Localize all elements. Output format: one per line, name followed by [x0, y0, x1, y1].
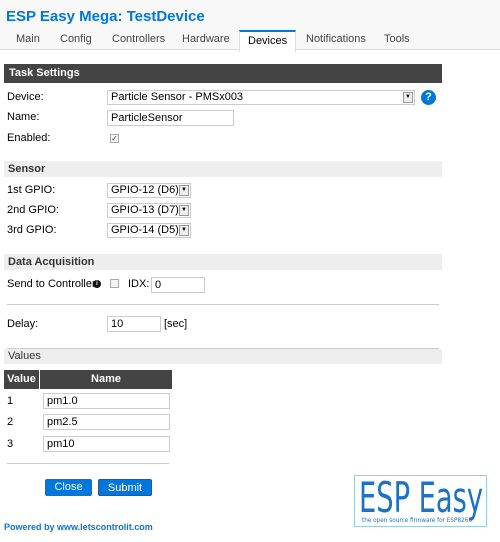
delay-input[interactable]: 10 [107, 316, 161, 332]
value-name-input[interactable]: pm2.5 [43, 414, 170, 430]
value-number: 1 [7, 395, 14, 407]
send-to-controller-checkbox[interactable] [110, 279, 119, 288]
gpio1-select[interactable]: GPIO-12 (D6) ▼ [107, 183, 191, 198]
idx-label: IDX: [128, 278, 150, 290]
esp-easy-logo: ESP Easy the open source firmware for ES… [354, 473, 487, 527]
divider [7, 463, 169, 464]
close-button[interactable]: Close [45, 479, 92, 496]
task-settings-heading: Task Settings [4, 64, 442, 83]
device-select[interactable]: Particle Sensor - PMSx003 ▼ [107, 90, 415, 105]
svg-text:ESP Easy: ESP Easy [359, 476, 483, 522]
column-header-name: Name [40, 370, 172, 389]
powered-by-link[interactable]: Powered by www.letscontrolit.com [4, 522, 153, 532]
divider [7, 304, 439, 305]
gpio1-value: GPIO-12 (D6) [111, 184, 179, 196]
svg-text:the open source firmware for E: the open source firmware for ESP8266 [362, 517, 472, 524]
value-name-input[interactable]: pm1.0 [43, 393, 170, 409]
tab-main[interactable]: Main [8, 30, 48, 51]
value-number: 2 [7, 416, 14, 428]
tab-tools[interactable]: Tools [376, 30, 418, 51]
enabled-checkbox[interactable]: ✓ [110, 134, 119, 143]
gpio2-value: GPIO-13 (D7) [111, 204, 179, 216]
info-icon[interactable]: i [93, 280, 101, 288]
chevron-down-icon: ▼ [179, 225, 189, 236]
name-input[interactable]: ParticleSensor [107, 110, 234, 126]
gpio2-label: 2nd GPIO: [7, 204, 59, 216]
chevron-down-icon: ▼ [403, 92, 413, 103]
value-number: 3 [7, 438, 14, 450]
delay-label: Delay: [7, 318, 39, 330]
gpio1-label: 1st GPIO: [7, 184, 56, 196]
page-title: ESP Easy Mega: TestDevice [6, 8, 205, 25]
enabled-label: Enabled: [7, 132, 51, 144]
gpio3-label: 3rd GPIO: [7, 224, 57, 236]
idx-input[interactable]: 0 [151, 277, 205, 293]
delay-unit: [sec] [164, 318, 188, 330]
values-heading: Values [4, 349, 442, 364]
value-name-input[interactable]: pm10 [43, 436, 170, 452]
tab-devices[interactable]: Devices [239, 30, 296, 52]
device-value: Particle Sensor - PMSx003 [111, 91, 244, 103]
help-icon[interactable]: ? [421, 90, 436, 105]
chevron-down-icon: ▼ [179, 205, 189, 216]
send-to-controller-label: Send to Controller [7, 278, 96, 290]
tab-config[interactable]: Config [52, 30, 100, 51]
tab-hardware[interactable]: Hardware [174, 30, 238, 51]
gpio2-select[interactable]: GPIO-13 (D7) ▼ [107, 203, 191, 218]
chevron-down-icon: ▼ [179, 185, 189, 196]
tab-controllers[interactable]: Controllers [104, 30, 173, 51]
submit-button[interactable]: Submit [98, 479, 152, 496]
name-label: Name: [7, 111, 40, 123]
logo-graphic: ESP Easy the open source firmware for ES… [359, 473, 483, 524]
gpio3-value: GPIO-14 (D5) [111, 224, 179, 236]
tab-notifications[interactable]: Notifications [298, 30, 374, 51]
gpio3-select[interactable]: GPIO-14 (D5) ▼ [107, 223, 191, 238]
device-label: Device: [7, 91, 44, 103]
sensor-heading: Sensor [4, 161, 442, 177]
column-header-value: Value [4, 370, 39, 389]
data-acquisition-heading: Data Acquisition [4, 254, 442, 270]
